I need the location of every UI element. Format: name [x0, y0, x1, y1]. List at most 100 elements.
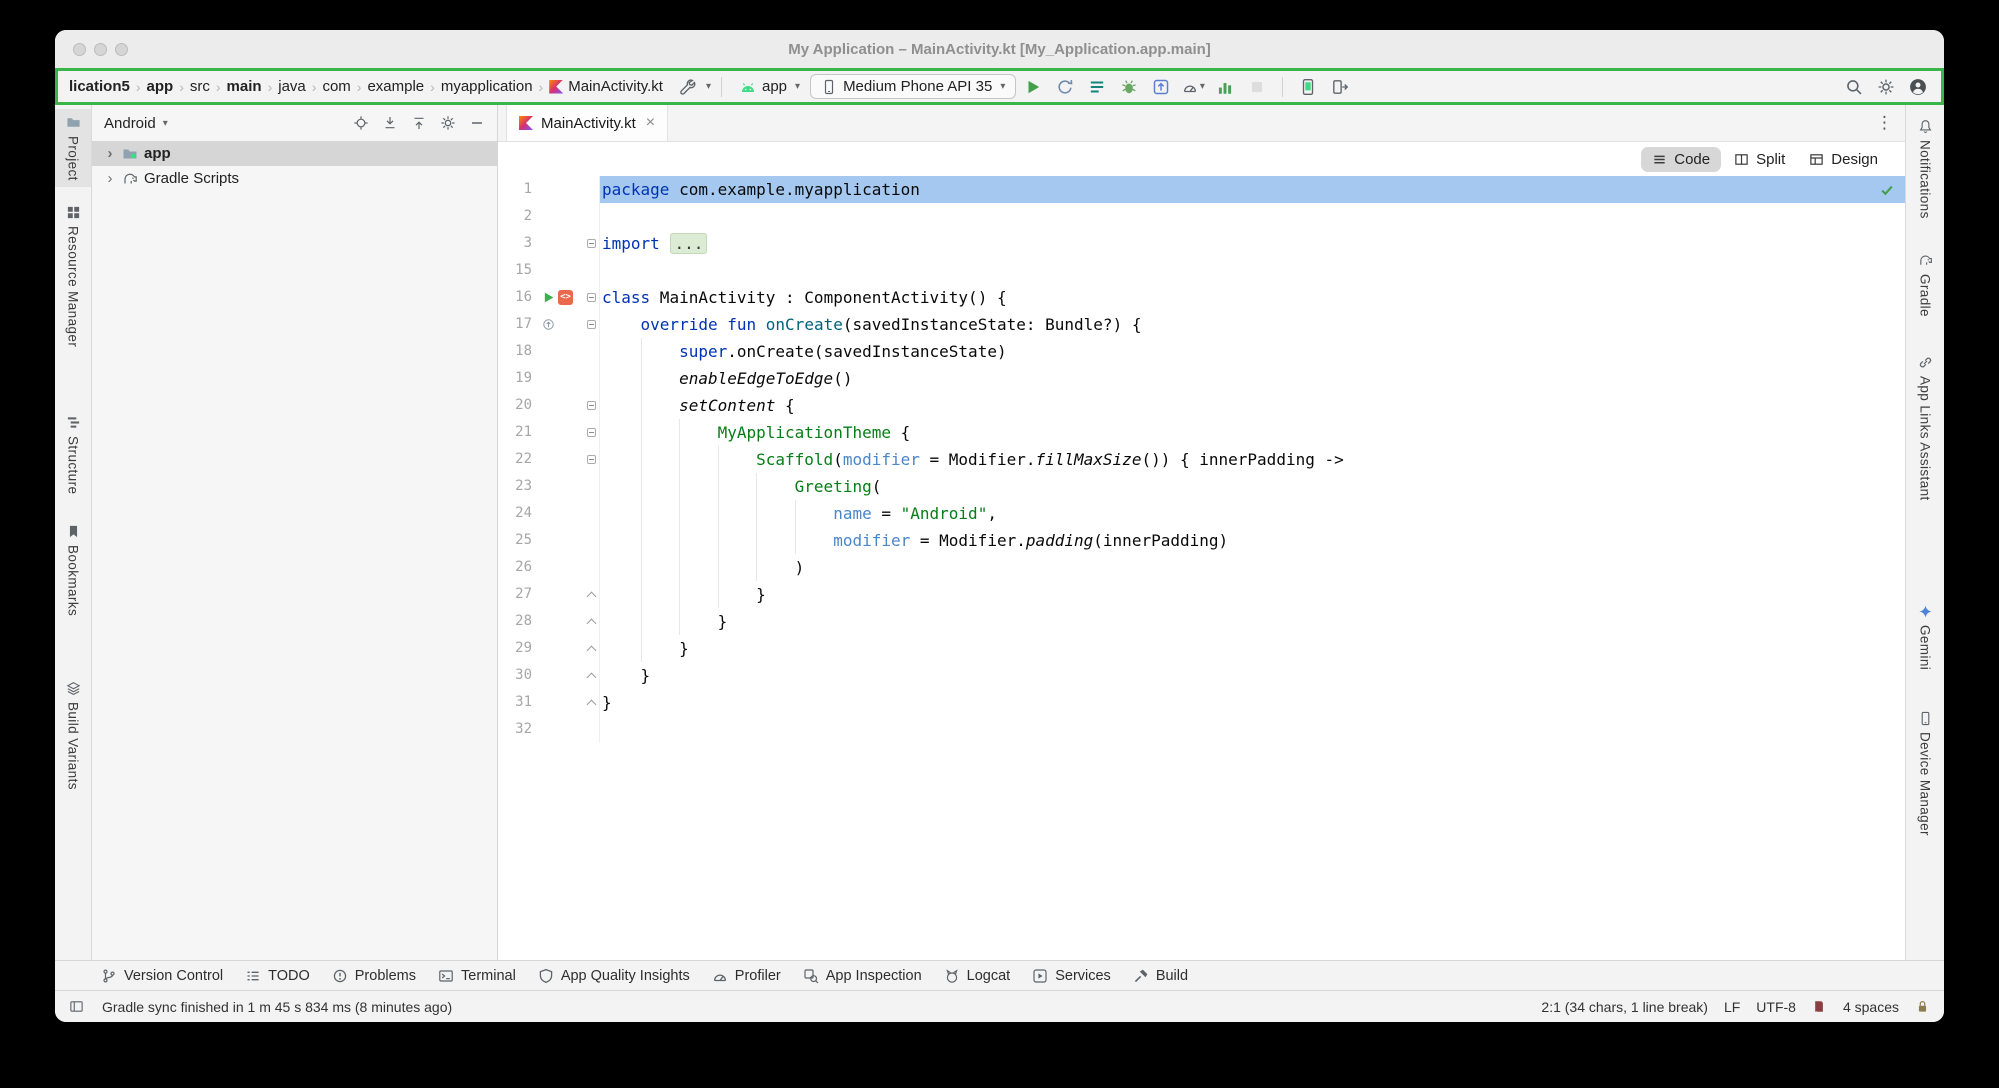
fold-marker[interactable]	[584, 230, 600, 257]
fold-marker[interactable]	[584, 689, 600, 716]
fold-marker[interactable]	[584, 311, 600, 338]
breadcrumb-item-app[interactable]: app	[144, 76, 177, 97]
tab-mainactivity[interactable]: MainActivity.kt ×	[506, 105, 668, 141]
tool-stripe-device-manager[interactable]: Device Manager	[1906, 705, 1944, 842]
tool-window-button-logcat[interactable]: Logcat	[944, 968, 1011, 984]
fold-marker[interactable]	[584, 446, 600, 473]
device-mirroring-button[interactable]	[1325, 74, 1355, 100]
hide-panel-button[interactable]	[469, 115, 485, 131]
run-icon[interactable]	[542, 291, 555, 304]
code-line[interactable]: 18 super.onCreate(savedInstanceState)	[498, 338, 1905, 365]
indent-setting[interactable]: 4 spaces	[1843, 999, 1899, 1015]
account-avatar-button[interactable]	[1903, 74, 1933, 100]
chevron-right-icon[interactable]: ›	[104, 170, 116, 187]
settings-button[interactable]	[1871, 74, 1901, 100]
editor-body[interactable]: CodeSplitDesign 1package com.example.mya…	[498, 142, 1905, 960]
title-bar[interactable]: My Application – MainActivity.kt [My_App…	[55, 30, 1944, 68]
expand-all-button[interactable]	[382, 115, 398, 131]
apply-code-changes-button[interactable]	[1082, 74, 1112, 100]
mode-design[interactable]: Design	[1798, 147, 1889, 172]
status-message[interactable]: Gradle sync finished in 1 m 45 s 834 ms …	[102, 999, 452, 1015]
code-line[interactable]: 17 override fun onCreate(savedInstanceSt…	[498, 311, 1905, 338]
zoom-button[interactable]	[115, 43, 128, 56]
tools-menu-button[interactable]	[672, 74, 702, 100]
fold-marker[interactable]	[584, 581, 600, 608]
tool-window-button-problems[interactable]: Problems	[332, 968, 416, 984]
more-options-icon[interactable]: ⋮	[1876, 113, 1893, 133]
run-button[interactable]	[1018, 74, 1048, 100]
collapse-all-button[interactable]	[411, 115, 427, 131]
tool-stripe-app-links-assistant[interactable]: App Links Assistant	[1906, 349, 1944, 507]
mode-code[interactable]: Code	[1641, 147, 1721, 172]
code-line[interactable]: 16<>class MainActivity : ComponentActivi…	[498, 284, 1905, 311]
fold-marker[interactable]	[584, 284, 600, 311]
tool-window-button-todo[interactable]: TODO	[245, 968, 310, 984]
tool-stripe-structure[interactable]: Structure	[55, 409, 91, 500]
tree-item-app[interactable]: ›app	[92, 141, 497, 166]
tool-window-button-app-quality-insights[interactable]: App Quality Insights	[538, 968, 690, 984]
fold-marker[interactable]	[584, 392, 600, 419]
code-line[interactable]: 2	[498, 203, 1905, 230]
override-method-icon[interactable]	[542, 318, 555, 331]
tool-window-button-services[interactable]: Services	[1032, 968, 1111, 984]
panel-settings-button[interactable]	[440, 115, 456, 131]
tool-window-button-version-control[interactable]: Version Control	[101, 968, 223, 984]
tool-window-button-build[interactable]: Build	[1133, 968, 1188, 984]
file-encoding[interactable]: UTF-8	[1756, 999, 1796, 1015]
profiler-button[interactable]: ▾	[1178, 74, 1208, 100]
project-view-selector[interactable]: Android ▾	[104, 115, 168, 132]
profiler-run-button[interactable]	[1146, 74, 1176, 100]
search-everywhere-button[interactable]	[1839, 74, 1869, 100]
breadcrumb-item-lication5[interactable]: lication5	[66, 76, 133, 97]
code-line[interactable]: 31}	[498, 689, 1905, 716]
close-button[interactable]	[73, 43, 86, 56]
code-line[interactable]: 24 name = "Android",	[498, 500, 1905, 527]
code-line[interactable]: 32	[498, 716, 1905, 743]
breadcrumb-item-src[interactable]: src	[187, 76, 213, 97]
breadcrumb-item-java[interactable]: java	[275, 76, 309, 97]
code-line[interactable]: 21 MyApplicationTheme {	[498, 419, 1905, 446]
fold-marker[interactable]	[584, 419, 600, 446]
tool-window-button-app-inspection[interactable]: App Inspection	[803, 968, 922, 984]
chevron-right-icon[interactable]: ›	[104, 145, 116, 162]
tool-stripe-notifications[interactable]: Notifications	[1906, 113, 1944, 225]
layout-icon[interactable]	[69, 999, 84, 1014]
tool-stripe-gradle[interactable]: Gradle	[1906, 247, 1944, 323]
code-line[interactable]: 27 }	[498, 581, 1905, 608]
tree-item-gradle-scripts[interactable]: ›Gradle Scripts	[92, 166, 497, 191]
code-line[interactable]: 26 )	[498, 554, 1905, 581]
caret-position[interactable]: 2:1 (34 chars, 1 line break)	[1541, 999, 1708, 1015]
apply-changes-button[interactable]	[1050, 74, 1080, 100]
run-configuration-select[interactable]: app ▾	[732, 75, 808, 98]
breadcrumb-item-mainactivity-kt[interactable]: MainActivity.kt	[546, 76, 666, 97]
device-select[interactable]: Medium Phone API 35 ▾	[810, 74, 1016, 99]
breadcrumb-item-myapplication[interactable]: myapplication	[438, 76, 536, 97]
fold-marker[interactable]	[584, 635, 600, 662]
line-separator[interactable]: LF	[1724, 999, 1740, 1015]
debug-button[interactable]	[1114, 74, 1144, 100]
tool-stripe-gemini[interactable]: Gemini	[1906, 598, 1944, 676]
tool-window-button-terminal[interactable]: Terminal	[438, 968, 516, 984]
tool-stripe-project[interactable]: Project	[55, 109, 91, 187]
code-line[interactable]: 1package com.example.myapplication	[498, 176, 1905, 203]
tool-window-button-profiler[interactable]: Profiler	[712, 968, 781, 984]
tool-stripe-bookmarks[interactable]: Bookmarks	[55, 518, 91, 622]
lock-icon[interactable]	[1915, 999, 1930, 1014]
tool-stripe-build-variants[interactable]: Build Variants	[55, 675, 91, 796]
inspection-status-icon[interactable]	[1879, 182, 1895, 198]
tool-stripe-resource-manager[interactable]: Resource Manager	[55, 199, 91, 353]
fold-marker[interactable]	[584, 662, 600, 689]
code-line[interactable]: 19 enableEdgeToEdge()	[498, 365, 1905, 392]
mode-split[interactable]: Split	[1723, 147, 1796, 172]
profile-low-overhead-button[interactable]	[1210, 74, 1240, 100]
code-line[interactable]: 28 }	[498, 608, 1905, 635]
breadcrumb-item-main[interactable]: main	[224, 76, 265, 97]
locate-file-button[interactable]	[353, 115, 369, 131]
code-line[interactable]: 30 }	[498, 662, 1905, 689]
minimize-button[interactable]	[94, 43, 107, 56]
code-line[interactable]: 25 modifier = Modifier.padding(innerPadd…	[498, 527, 1905, 554]
compose-preview-icon[interactable]: <>	[558, 290, 573, 305]
running-devices-button[interactable]	[1293, 74, 1323, 100]
book-icon[interactable]	[1812, 999, 1827, 1014]
fold-marker[interactable]	[584, 608, 600, 635]
